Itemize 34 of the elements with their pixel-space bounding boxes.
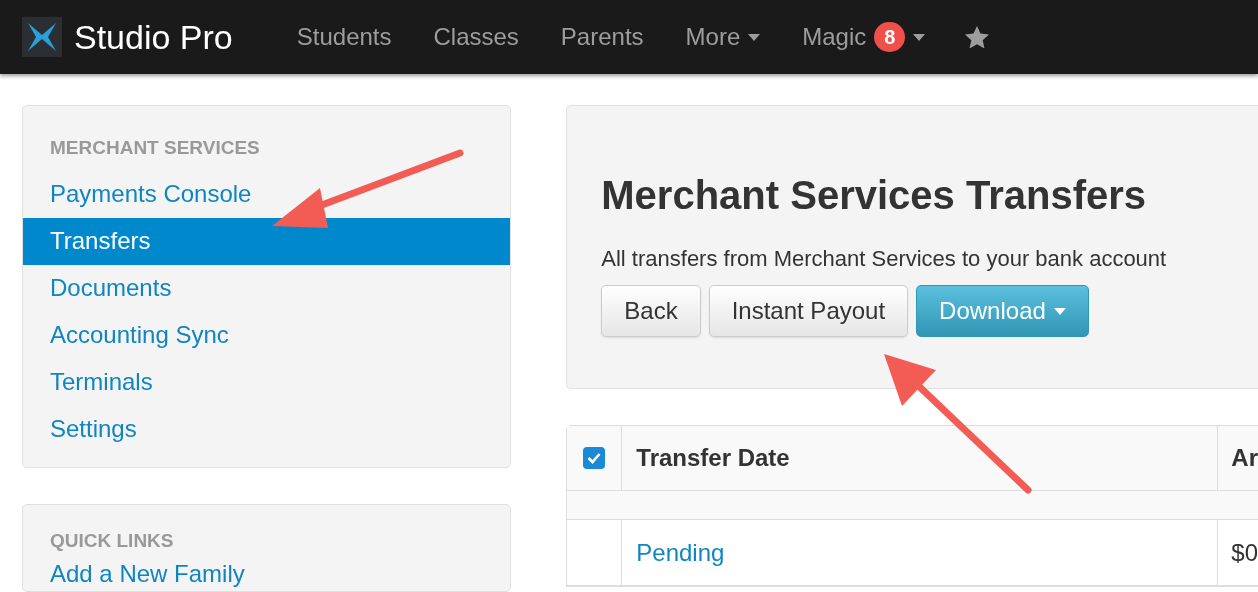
- nav-item[interactable]: Parents: [546, 19, 658, 55]
- sidebar-item[interactable]: Settings: [23, 405, 511, 453]
- nav-item[interactable]: More: [671, 19, 775, 55]
- table-cell-text: $0: [1231, 537, 1258, 568]
- sidebar-item[interactable]: Payments Console: [23, 170, 511, 218]
- action-button[interactable]: Instant Payout: [708, 285, 909, 337]
- page-title: Merchant Services Transfers: [601, 172, 1148, 219]
- count-badge: 8: [874, 22, 906, 52]
- nav-label: Parents: [560, 22, 644, 52]
- check-icon: [587, 452, 602, 464]
- nav-label: Magic: [802, 22, 867, 52]
- caret-icon: [1053, 307, 1066, 315]
- section-heading: QUICK LINKS: [49, 528, 175, 553]
- sidebar-item[interactable]: Transfers: [23, 217, 511, 265]
- nav-item[interactable]: Students: [282, 19, 406, 55]
- page-description: All transfers from Merchant Services to your bank account: [601, 245, 1168, 273]
- column-header[interactable]: Ar: [1218, 426, 1258, 490]
- nav-item[interactable]: Classes: [419, 19, 533, 55]
- nav-label: More: [685, 22, 741, 52]
- sidebar-item[interactable]: Accounting Sync: [23, 311, 511, 359]
- logo-icon: [22, 17, 62, 57]
- section-heading: MERCHANT SERVICES: [49, 136, 261, 160]
- column-header[interactable]: Transfer Date: [622, 426, 1219, 490]
- brand-name[interactable]: Studio Pro: [74, 11, 233, 63]
- nav-label: Classes: [433, 22, 519, 52]
- sidebar-item[interactable]: Documents: [23, 264, 511, 312]
- nav-label: Students: [296, 22, 392, 52]
- action-button[interactable]: Back: [601, 285, 701, 337]
- star-icon[interactable]: [965, 26, 990, 48]
- sidebar-item[interactable]: Terminals: [23, 358, 511, 406]
- sidebar-item[interactable]: Add a New Family: [23, 557, 511, 591]
- checkbox[interactable]: [583, 447, 606, 469]
- nav-item[interactable]: Magic 8: [788, 19, 940, 55]
- transfer-link[interactable]: Pending: [636, 534, 725, 571]
